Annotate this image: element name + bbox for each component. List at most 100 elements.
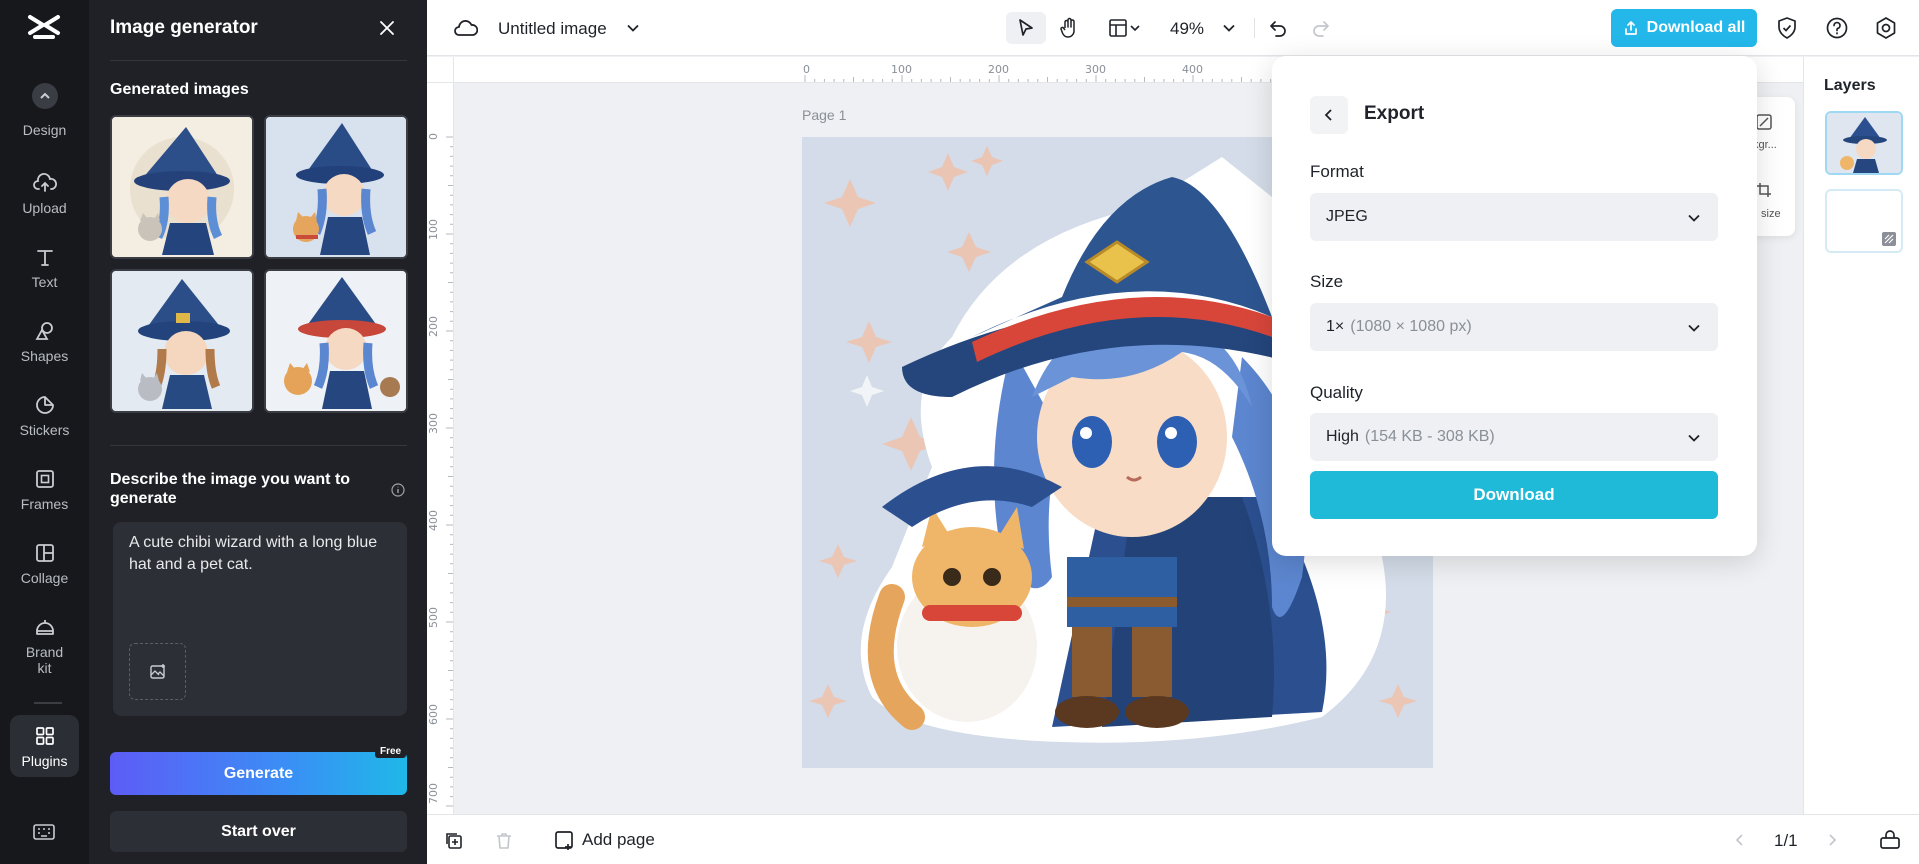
download-all-label: Download all — [1646, 19, 1746, 36]
rail-item-upload[interactable]: Upload — [10, 172, 79, 216]
info-icon[interactable] — [391, 483, 405, 497]
chevron-down-icon — [1688, 214, 1700, 222]
background-layer-icon — [1882, 232, 1896, 246]
rail-item-shapes[interactable]: Shapes — [10, 320, 79, 364]
rail-item-label: Collage — [20, 570, 69, 586]
generated-image-thumb-2[interactable] — [264, 115, 408, 259]
ruler-tick-label: 200 — [988, 63, 1009, 76]
rail-scroll-up-icon[interactable] — [32, 83, 58, 109]
image-generator-panel: Image generator Generated images Describ… — [89, 0, 427, 864]
ruler-tick-label: 500 — [427, 607, 440, 628]
duplicate-page-icon[interactable] — [444, 831, 464, 851]
rail-item-label: Upload — [22, 200, 67, 216]
export-popover: Export Format JPEG Size 1× (1080 × 1080 … — [1272, 56, 1757, 556]
size-select[interactable]: 1× (1080 × 1080 px) — [1310, 303, 1718, 351]
download-all-button[interactable]: Download all — [1611, 9, 1757, 47]
capcut-logo-icon[interactable] — [27, 13, 61, 43]
hand-tool-button[interactable] — [1049, 12, 1089, 44]
bottom-bar: Add page 1/1 — [427, 814, 1919, 864]
redo-icon[interactable] — [1311, 18, 1331, 38]
shield-check-icon[interactable] — [1776, 16, 1798, 40]
layers-title: Layers — [1824, 77, 1876, 94]
delete-page-icon[interactable] — [494, 831, 514, 851]
collapse-panel-icon[interactable] — [1879, 830, 1901, 850]
generated-image-thumb-1[interactable] — [110, 115, 254, 259]
layers-panel: Layers — [1803, 57, 1919, 814]
layout-icon — [1109, 19, 1140, 37]
layout-menu-button[interactable] — [1101, 12, 1151, 44]
plugins-grid-icon — [35, 727, 54, 745]
quality-label: Quality — [1310, 383, 1363, 402]
rail-item-text[interactable]: Text — [10, 246, 79, 290]
document-title[interactable]: Untitled image — [498, 19, 607, 39]
rail-item-plugins[interactable]: Plugins — [10, 715, 79, 777]
ruler-tick-label: 400 — [1182, 63, 1203, 76]
back-button[interactable] — [1310, 96, 1348, 134]
quality-select[interactable]: High (154 KB - 308 KB) — [1310, 413, 1718, 461]
ruler-vertical: 0 100 200 300 400 500 600 700 — [427, 83, 454, 814]
generated-image-thumb-4[interactable] — [264, 269, 408, 413]
quality-value: High — [1326, 428, 1359, 445]
rail-item-stickers[interactable]: Stickers — [10, 394, 79, 438]
add-page-button[interactable]: Add page — [554, 830, 655, 850]
rail-item-collage[interactable]: Collage — [10, 542, 79, 586]
ruler-tick-label: 200 — [427, 316, 440, 337]
rail-item-brand-kit[interactable]: Brand kit — [10, 616, 79, 676]
ruler-tick-label: 400 — [427, 510, 440, 531]
start-over-button[interactable]: Start over — [110, 811, 407, 852]
image-add-icon — [149, 663, 165, 679]
rail-divider — [34, 702, 62, 704]
ruler-corner — [427, 57, 454, 83]
close-icon[interactable] — [377, 18, 397, 38]
panel-title: Image generator — [110, 17, 258, 38]
ruler-tick-label: 300 — [427, 413, 440, 434]
rail-item-label: Shapes — [20, 348, 69, 364]
previous-page-icon[interactable] — [1732, 832, 1748, 848]
zoom-level[interactable]: 49% — [1170, 19, 1204, 39]
resize-icon[interactable] — [1755, 181, 1773, 199]
download-button[interactable]: Download — [1310, 471, 1718, 519]
ruler-tick-label: 300 — [1085, 63, 1106, 76]
rail-item-frames[interactable]: Frames — [10, 468, 79, 512]
prompt-textarea[interactable]: A cute chibi wizard with a long blue hat… — [113, 522, 407, 716]
page-label: Page 1 — [802, 107, 847, 123]
layer-thumb-image[interactable] — [1825, 111, 1903, 175]
layer-thumb-background[interactable] — [1825, 189, 1903, 253]
size-label: Size — [1310, 272, 1344, 291]
background-remove-icon[interactable] — [1755, 113, 1773, 131]
rail-item-label: Plugins — [21, 753, 68, 769]
undo-icon[interactable] — [1268, 18, 1288, 38]
reference-image-upload-button[interactable] — [129, 643, 186, 700]
format-select[interactable]: JPEG — [1310, 193, 1718, 241]
prompt-text[interactable]: A cute chibi wizard with a long blue hat… — [129, 532, 384, 576]
frame-icon — [35, 470, 54, 488]
rail-item-label: Stickers — [19, 422, 70, 438]
sticker-icon — [35, 396, 54, 414]
ruler-tick-label: 0 — [803, 63, 810, 76]
generated-image-thumb-3[interactable] — [110, 269, 254, 413]
quality-detail: (154 KB - 308 KB) — [1364, 428, 1495, 445]
chevron-down-icon[interactable] — [625, 20, 641, 36]
keyboard-shortcuts-icon[interactable] — [33, 823, 55, 841]
hand-icon — [1060, 17, 1075, 38]
chevron-down-icon — [1688, 324, 1700, 332]
add-page-label: Add page — [582, 830, 655, 849]
free-badge: Free — [375, 745, 407, 758]
cloud-sync-icon[interactable] — [454, 17, 478, 39]
help-icon[interactable] — [1825, 16, 1849, 40]
export-icon — [1624, 21, 1637, 35]
brand-kit-icon — [35, 620, 54, 635]
ruler-tick-label: 600 — [427, 704, 440, 725]
rail-item-design[interactable]: Design — [10, 122, 79, 138]
ruler-tick-label: 100 — [427, 219, 440, 240]
next-page-icon[interactable] — [1824, 832, 1840, 848]
zoom-chevron-down-icon[interactable] — [1221, 20, 1237, 36]
settings-gear-icon[interactable] — [1874, 16, 1898, 40]
generate-button[interactable]: Generate — [110, 752, 407, 795]
export-title: Export — [1364, 103, 1425, 124]
size-detail: (1080 × 1080 px) — [1350, 318, 1472, 335]
select-tool-button[interactable] — [1006, 12, 1046, 44]
rail-item-label: Frames — [20, 496, 69, 512]
generated-images-heading: Generated images — [110, 81, 249, 98]
shapes-icon — [34, 322, 53, 340]
